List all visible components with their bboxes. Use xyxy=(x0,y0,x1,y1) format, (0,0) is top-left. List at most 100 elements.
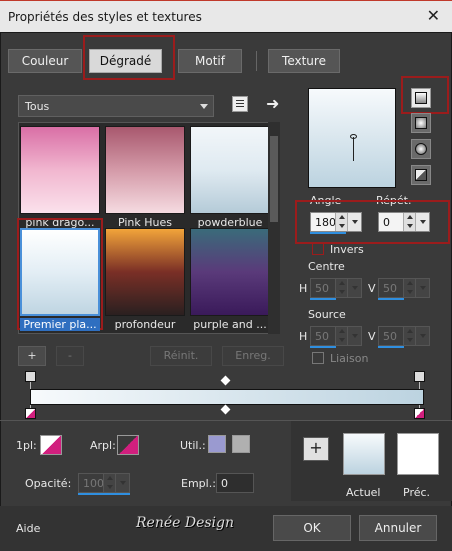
list-view-icon[interactable] xyxy=(232,96,248,112)
centre-h-slider[interactable] xyxy=(310,298,336,300)
gradient-swatch xyxy=(20,228,100,316)
add-to-swatches-button[interactable]: + xyxy=(303,437,329,461)
tab-separator xyxy=(256,51,257,71)
chevron-down-icon[interactable] xyxy=(415,327,429,345)
gradient-editor-bar[interactable] xyxy=(30,389,424,405)
gradient-swatch xyxy=(105,228,185,316)
linear-style-icon xyxy=(415,92,427,104)
chevron-down-icon[interactable] xyxy=(115,474,129,492)
save-gradient-button[interactable]: Enreg. xyxy=(222,346,284,366)
gradient-label: Premier pla... xyxy=(20,318,100,331)
fg-stop-marker-top[interactable] xyxy=(25,371,36,382)
gradient-item[interactable]: Pink Hues xyxy=(105,126,185,229)
end-color-stop[interactable] xyxy=(414,408,425,419)
reset-button[interactable]: Réinit. xyxy=(150,346,212,366)
title-bar: Propriétés des styles et textures ✕ xyxy=(0,0,452,32)
rectangular-style-icon xyxy=(415,117,427,129)
chevron-down-icon[interactable] xyxy=(415,279,429,297)
source-h-label: H xyxy=(299,330,308,343)
scrollbar-thumb[interactable] xyxy=(270,136,278,222)
centre-v-field[interactable]: 50 xyxy=(378,278,430,298)
repeat-field[interactable]: 0 xyxy=(378,212,430,232)
source-v-slider[interactable] xyxy=(378,346,404,348)
gradient-item[interactable]: profondeur xyxy=(105,228,185,331)
gradient-label: purple and ... xyxy=(193,318,267,331)
fg-color-button[interactable] xyxy=(40,435,62,455)
user-color-swatch[interactable] xyxy=(232,435,250,453)
gradient-item[interactable]: pink drago... xyxy=(20,126,100,229)
angle-field[interactable]: 180 xyxy=(310,212,362,232)
link-label: Liaison xyxy=(330,352,369,365)
centre-v-value: 50 xyxy=(383,282,397,295)
gradient-item[interactable]: powderblue xyxy=(190,126,270,229)
centre-h-value: 50 xyxy=(315,282,329,295)
tab-texture[interactable]: Texture xyxy=(268,49,340,73)
bg-stop-marker-top[interactable] xyxy=(414,371,425,382)
tab-couleur[interactable]: Couleur xyxy=(8,49,82,73)
category-select[interactable]: Tous xyxy=(18,95,214,117)
start-color-stop[interactable] xyxy=(25,408,36,419)
repeat-value: 0 xyxy=(383,216,390,229)
centre-v-label: V xyxy=(368,282,376,295)
centre-label: Centre xyxy=(308,260,345,273)
chevron-down-icon[interactable] xyxy=(347,279,361,297)
ok-button[interactable]: OK xyxy=(273,515,351,541)
gradient-preview xyxy=(308,88,396,188)
source-h-field[interactable]: 50 xyxy=(310,326,362,346)
opacity-label: Opacité: xyxy=(25,477,72,490)
close-icon[interactable]: ✕ xyxy=(427,6,440,25)
link-checkbox[interactable] xyxy=(312,352,324,364)
linear-style-button[interactable] xyxy=(411,88,431,108)
opacity-slider[interactable] xyxy=(78,493,130,495)
opacity-field[interactable]: 100 xyxy=(78,473,130,493)
arrow-right-icon[interactable]: ➜ xyxy=(266,94,279,113)
source-v-field[interactable]: 50 xyxy=(378,326,430,346)
add-gradient-button[interactable]: + xyxy=(18,346,46,366)
centre-v-slider[interactable] xyxy=(378,298,404,300)
chevron-down-icon[interactable] xyxy=(347,213,361,231)
location-field[interactable]: 0 xyxy=(216,473,254,493)
source-h-stepper[interactable] xyxy=(335,327,347,345)
opacity-value: 100 xyxy=(83,477,104,490)
chevron-down-icon[interactable] xyxy=(347,327,361,345)
sunburst-style-icon xyxy=(415,143,427,155)
radial-style-button[interactable] xyxy=(411,165,431,185)
sunburst-style-button[interactable] xyxy=(411,139,431,159)
help-link[interactable]: Aide xyxy=(16,522,40,535)
source-v-label: V xyxy=(368,330,376,343)
rectangular-style-button[interactable] xyxy=(411,113,431,133)
location-value: 0 xyxy=(221,477,228,490)
angle-slider[interactable] xyxy=(310,232,346,234)
previous-swatch[interactable] xyxy=(397,433,439,475)
remove-gradient-button[interactable]: - xyxy=(56,346,84,366)
user-label: Util.: xyxy=(180,439,206,452)
location-label: Empl.: xyxy=(181,477,216,490)
tab-motif[interactable]: Motif xyxy=(178,49,242,73)
bg-color-button[interactable] xyxy=(117,435,139,455)
repeat-stepper[interactable] xyxy=(403,213,415,231)
invert-checkbox[interactable] xyxy=(312,243,324,255)
gradient-swatch xyxy=(190,126,270,214)
stop-line xyxy=(30,382,31,389)
source-label: Source xyxy=(308,308,346,321)
centre-h-stepper[interactable] xyxy=(335,279,347,297)
gradient-item[interactable]: purple and ... xyxy=(190,228,270,331)
source-h-value: 50 xyxy=(315,330,329,343)
angle-stepper[interactable] xyxy=(335,213,347,231)
gradient-item-selected[interactable]: Premier pla... xyxy=(20,228,100,331)
source-v-stepper[interactable] xyxy=(403,327,415,345)
user-color-button[interactable] xyxy=(208,435,226,453)
library-scrollbar[interactable] xyxy=(268,122,280,334)
chevron-down-icon[interactable] xyxy=(415,213,429,231)
gradient-swatch xyxy=(20,126,100,214)
tab-degrade[interactable]: Dégradé xyxy=(89,49,162,73)
opacity-stepper[interactable] xyxy=(103,474,115,492)
gradient-swatch xyxy=(190,228,270,316)
previous-label: Préc. xyxy=(403,486,431,499)
stop-line xyxy=(419,382,420,389)
cancel-button[interactable]: Annuler xyxy=(359,515,437,541)
centre-v-stepper[interactable] xyxy=(403,279,415,297)
source-h-slider[interactable] xyxy=(310,346,336,348)
fg-label: 1pl: xyxy=(16,439,37,452)
centre-h-field[interactable]: 50 xyxy=(310,278,362,298)
